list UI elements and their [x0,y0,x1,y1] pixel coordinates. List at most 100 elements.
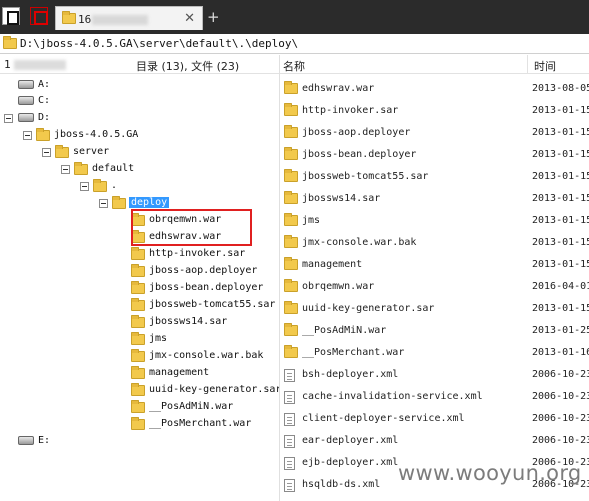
column-header-time[interactable]: 时间 [528,55,589,74]
folder-icon [284,345,298,358]
folder-icon [284,169,298,182]
file-name: ejb-deployer.xml [302,457,399,468]
file-name: jboss-aop.deployer [302,127,411,138]
file-time: 2016-04-01 [532,281,589,292]
tab-bar: 16 ✕ + [0,0,589,34]
file-time: 2006-10-23 [532,413,589,424]
file-time: 2013-01-15 [532,105,589,116]
folder-icon [284,147,298,160]
file-list-row[interactable]: jms 2013-01-15 [280,210,589,232]
file-list-row[interactable]: __PosAdMiN.war 2013-01-25 [280,320,589,342]
file-time: 2013-01-15 [532,193,589,204]
file-list-row[interactable]: edhswrav.war 2013-08-05 [280,78,589,100]
file-list-row[interactable]: management 2013-01-15 [280,254,589,276]
column-header-name[interactable]: 名称 [280,55,528,74]
app-logo-icon[interactable] [2,7,20,25]
folder-icon [131,383,145,396]
file-time: 2006-10-23 [532,369,589,380]
tab-current[interactable]: 16 ✕ [55,6,203,30]
collapse-toggle-icon[interactable] [80,182,89,191]
file-list-row[interactable]: jboss-aop.deployer 2013-01-15 [280,122,589,144]
folder-icon [131,264,145,277]
folder-icon [131,247,145,260]
tree-item-label: A: [38,79,51,90]
file-name: cache-invalidation-service.xml [302,391,483,402]
folder-icon [131,315,145,328]
tree-item-label: server [73,146,110,157]
folder-icon [284,213,298,226]
folder-icon [55,145,69,158]
collapse-toggle-icon[interactable] [23,131,32,140]
stop-icon[interactable] [30,7,48,25]
file-name: ear-deployer.xml [302,435,399,446]
folder-icon [36,128,50,141]
file-list-row[interactable]: ear-deployer.xml 2006-10-23 [280,430,589,452]
drive-icon [18,113,34,122]
collapse-toggle-icon[interactable] [4,114,13,123]
file-list-pane: 名称 时间 edhswrav.war 2013-08-05 http-invoker… [280,55,589,501]
tree-item-label: default [92,163,135,174]
file-list-row[interactable]: jmx-console.war.bak 2013-01-15 [280,232,589,254]
file-list-row[interactable]: cache-invalidation-service.xml 2006-10-23 [280,386,589,408]
file-time: 2013-01-25 [532,325,589,336]
file-icon [284,413,295,426]
file-time: 2013-08-05 [532,83,589,94]
file-list-row[interactable]: uuid-key-generator.sar 2013-01-15 [280,298,589,320]
folder-icon [284,81,298,94]
tree-item-label: __PosAdMiN.war [149,401,234,412]
file-time: 2013-01-15 [532,149,589,160]
collapse-toggle-icon[interactable] [61,165,70,174]
file-list-row[interactable]: bsh-deployer.xml 2006-10-23 [280,364,589,386]
address-path[interactable]: D:\jboss-4.0.5.GA\server\default\.\deplo… [20,37,298,50]
new-tab-button[interactable]: + [207,8,220,26]
drive-icon [18,96,34,105]
redacted-area [92,15,148,25]
file-time: 2013-01-16 [532,347,589,358]
file-name: edhswrav.war [302,83,375,94]
file-name: __PosMerchant.war [302,347,405,358]
file-time: 2006-10-23 [532,435,589,446]
file-time: 2006-10-23 [532,391,589,402]
folder-icon [284,279,298,292]
file-name: __PosAdMiN.war [302,325,387,336]
file-list-row[interactable]: http-invoker.sar 2013-01-15 [280,100,589,122]
file-time: 2013-01-15 [532,259,589,270]
tab-title: 16 [78,13,92,26]
file-list-row[interactable]: jboss-bean.deployer 2013-01-15 [280,144,589,166]
collapse-toggle-icon[interactable] [42,148,51,157]
file-icon [284,479,295,492]
address-bar[interactable]: D:\jboss-4.0.5.GA\server\default\.\deplo… [0,34,589,54]
folder-icon [284,301,298,314]
folder-icon [131,332,145,345]
file-icon [284,391,295,404]
collapse-toggle-icon[interactable] [99,199,108,208]
folder-icon [284,323,298,336]
tree-item-label: management [149,367,210,378]
file-name: management [302,259,363,270]
file-name: client-deployer-service.xml [302,413,465,424]
tree-item-label: __PosMerchant.war [149,418,252,429]
file-name: jmx-console.war.bak [302,237,417,248]
file-name: uuid-key-generator.sar [302,303,435,314]
file-list-row[interactable]: obrqemwn.war 2016-04-01 [280,276,589,298]
file-list-row[interactable]: jbossws14.sar 2013-01-15 [280,188,589,210]
file-icon [284,435,295,448]
directory-file-count: 目录 (13), 文件 (23) [136,60,240,73]
file-list-row[interactable]: jbossweb-tomcat55.sar 2013-01-15 [280,166,589,188]
tree-header: 1 目录 (13), 文件 (23) [0,55,279,74]
red-highlight-box [131,209,252,246]
file-time: 2013-01-15 [532,215,589,226]
tree-item-label: E: [38,435,51,446]
redacted-area [14,60,66,70]
file-name: jboss-bean.deployer [302,149,417,160]
close-icon[interactable]: ✕ [184,11,195,26]
file-list-row[interactable]: client-deployer-service.xml 2006-10-23 [280,408,589,430]
tree-item-label: jmx-console.war.bak [149,350,264,361]
file-name: hsqldb-ds.xml [302,479,381,490]
file-list-row[interactable]: __PosMerchant.war 2013-01-16 [280,342,589,364]
folder-icon [284,191,298,204]
folder-icon [284,257,298,270]
file-name: http-invoker.sar [302,105,399,116]
folder-icon [131,400,145,413]
folder-icon [284,125,298,138]
